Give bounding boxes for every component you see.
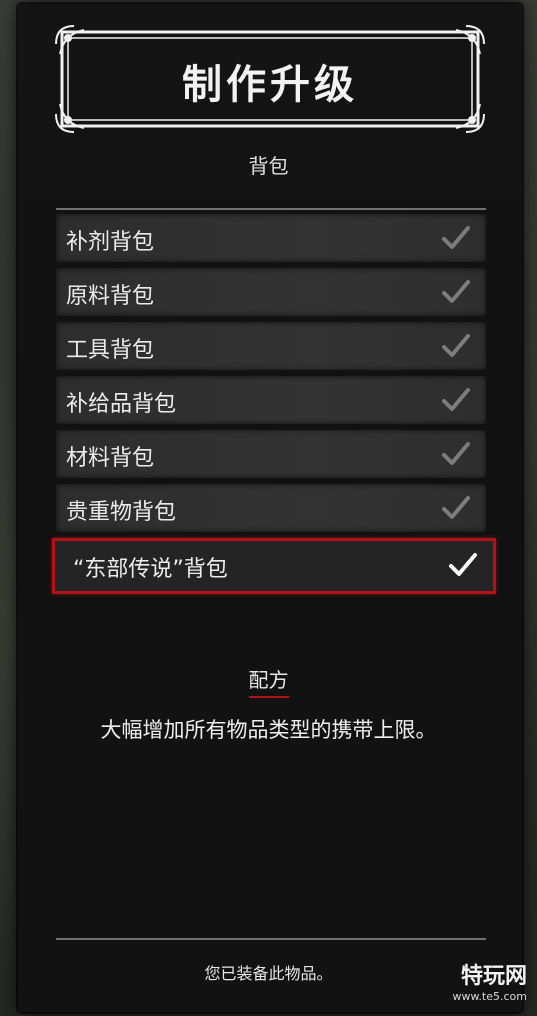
check-icon <box>449 553 477 576</box>
watermark-logo: 特玩网 www.te5.com <box>437 958 527 1008</box>
watermark-url: www.te5.com <box>452 990 527 1003</box>
list-item-selected[interactable]: “东部传说”背包 <box>52 538 496 594</box>
list-item[interactable]: 原料背包 <box>56 268 486 316</box>
list-item-label: 补给品背包 <box>66 392 177 417</box>
list-item[interactable]: 补剂背包 <box>56 214 486 262</box>
category-label: 背包 <box>248 154 289 178</box>
page-title: 制作升级 <box>182 62 358 108</box>
list-item-label: “东部传说”背包 <box>73 557 228 582</box>
check-icon <box>442 388 470 411</box>
list-item[interactable]: 工具背包 <box>56 322 486 370</box>
list-item-label: 原料背包 <box>66 284 155 309</box>
list-item[interactable]: 补给品背包 <box>56 376 486 424</box>
recipe-description: 大幅增加所有物品类型的携带上限。 <box>100 718 437 742</box>
check-icon <box>442 334 470 357</box>
list-item[interactable]: 贵重物背包 <box>56 484 486 532</box>
bottom-divider <box>56 938 486 940</box>
list-item-label: 工具背包 <box>66 338 155 363</box>
list-item-label: 贵重物背包 <box>66 500 177 525</box>
check-icon <box>442 496 470 519</box>
title-frame: 制作升级 <box>54 24 486 134</box>
recipe-heading: 配方 <box>0 664 537 698</box>
list-item[interactable]: 材料背包 <box>56 430 486 478</box>
top-divider <box>56 208 486 210</box>
check-icon <box>442 280 470 303</box>
list-item-label: 补剂背包 <box>66 230 155 255</box>
watermark-text: 特玩网 <box>460 964 527 989</box>
recipe-heading-label: 配方 <box>248 664 289 698</box>
list-item-label: 材料背包 <box>66 446 155 471</box>
check-icon <box>442 226 470 249</box>
upgrade-list: 补剂背包 原料背包 工具背包 补给品背包 材料背包 贵重物背包 “东部传说”背包 <box>52 214 496 600</box>
check-icon <box>442 442 470 465</box>
